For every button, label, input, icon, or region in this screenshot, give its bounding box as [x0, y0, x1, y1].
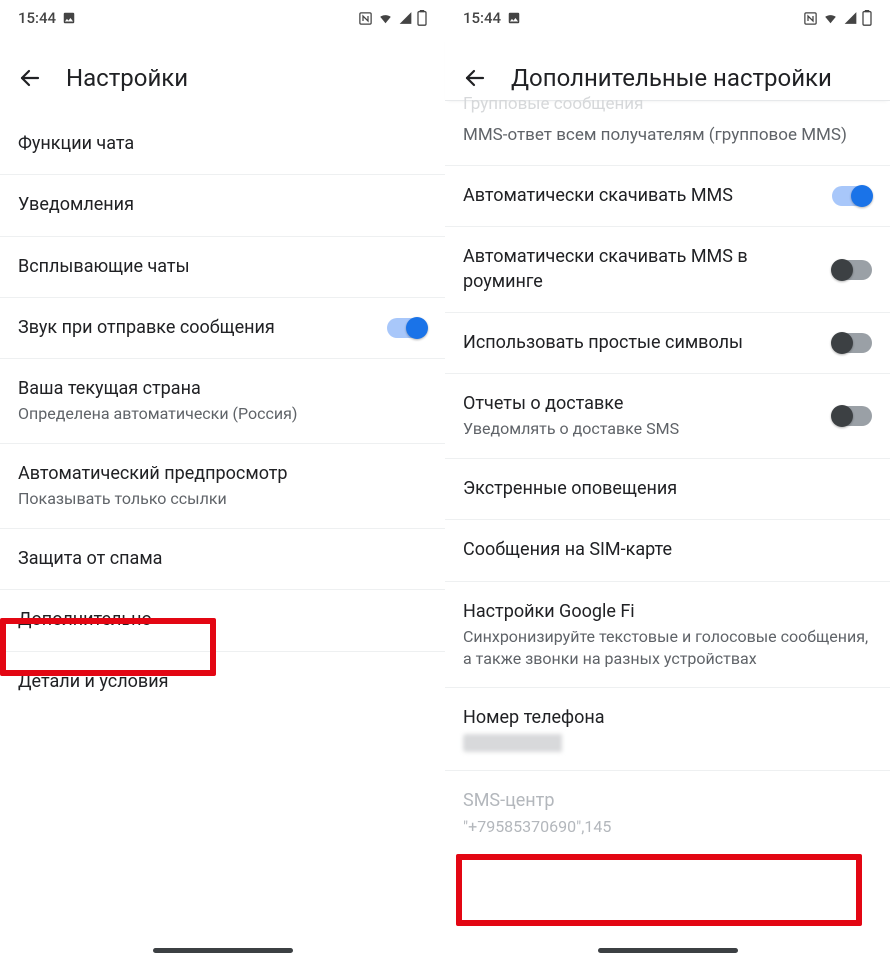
nfc-icon	[803, 11, 818, 26]
row-sound-on-send[interactable]: Звук при отправке сообщения	[0, 298, 445, 359]
nav-bar	[0, 936, 445, 964]
row-label: Номер телефона	[463, 706, 872, 730]
toggle-simple-characters[interactable]	[832, 333, 872, 353]
row-sms-center[interactable]: SMS-центр "+79585370690",145	[445, 771, 890, 855]
highlight-advanced	[0, 618, 216, 676]
row-auto-download-mms[interactable]: Автоматически скачивать MMS	[445, 166, 890, 227]
toggle-delivery-reports[interactable]	[832, 406, 872, 426]
row-sublabel: Уведомлять о доставке SMS	[463, 418, 818, 440]
nav-pill[interactable]	[153, 948, 293, 953]
row-delivery-reports[interactable]: Отчеты о доставке Уведомлять о доставке …	[445, 374, 890, 459]
signal-icon	[843, 11, 858, 25]
row-label: Автоматический предпросмотр	[18, 462, 427, 486]
row-label: Ваша текущая страна	[18, 377, 427, 401]
advanced-settings-list: MMS-ответ всем получателям (групповое MM…	[445, 114, 890, 936]
wifi-icon	[822, 11, 839, 25]
row-emergency-alerts[interactable]: Экстренные оповещения	[445, 459, 890, 520]
phone-advanced-settings: 15:44 Дополнительные настройки Групповые…	[445, 0, 890, 964]
row-label: Функции чата	[18, 132, 427, 156]
row-label: Настройки Google Fi	[463, 600, 872, 624]
row-notifications[interactable]: Уведомления	[0, 175, 445, 236]
wifi-icon	[377, 11, 394, 25]
row-sublabel: "+79585370690",145	[463, 816, 872, 838]
highlight-sms-center	[456, 854, 862, 926]
row-label: SMS-центр	[463, 789, 872, 813]
row-chat-features[interactable]: Функции чата	[0, 114, 445, 175]
status-bar: 15:44	[445, 0, 890, 36]
back-icon[interactable]	[463, 66, 487, 90]
image-icon	[62, 11, 76, 25]
row-sublabel: MMS-ответ всем получателям (групповое MM…	[463, 124, 872, 147]
settings-list: Функции чата Уведомления Всплывающие чат…	[0, 114, 445, 936]
toggle-sound-on-send[interactable]	[387, 318, 427, 338]
row-preview[interactable]: Автоматический предпросмотр Показывать т…	[0, 444, 445, 529]
status-time: 15:44	[18, 9, 56, 27]
row-phone-number[interactable]: Номер телефона	[445, 688, 890, 771]
toggle-auto-download-roaming[interactable]	[832, 260, 872, 280]
row-label: Автоматически скачивать MMS	[463, 184, 818, 208]
row-label: Уведомления	[18, 193, 427, 217]
toggle-auto-download-mms[interactable]	[832, 186, 872, 206]
row-label: Всплывающие чаты	[18, 255, 427, 279]
nfc-icon	[358, 11, 373, 26]
battery-icon	[862, 10, 872, 26]
phone-settings: 15:44 Настройки Функции чата	[0, 0, 445, 964]
app-bar: Настройки	[0, 36, 445, 114]
status-bar: 15:44	[0, 0, 445, 36]
row-google-fi[interactable]: Настройки Google Fi Синхронизируйте текс…	[445, 582, 890, 688]
page-title: Настройки	[66, 64, 188, 92]
ghost-prev-row: Групповые сообщения	[445, 94, 890, 114]
battery-icon	[417, 10, 427, 26]
page-title: Дополнительные настройки	[511, 64, 832, 92]
row-label: Защита от спама	[18, 547, 427, 571]
row-sublabel: Синхронизируйте текстовые и голосовые со…	[463, 626, 872, 669]
nav-bar	[445, 936, 890, 964]
row-label: Звук при отправке сообщения	[18, 316, 373, 340]
phone-number-redacted	[463, 734, 643, 752]
row-label: Сообщения на SIM-карте	[463, 538, 872, 562]
signal-icon	[398, 11, 413, 25]
row-label: Использовать простые символы	[463, 331, 818, 355]
row-simple-characters[interactable]: Использовать простые символы	[445, 313, 890, 374]
row-mms-reply[interactable]: MMS-ответ всем получателям (групповое MM…	[445, 114, 890, 166]
row-sim-messages[interactable]: Сообщения на SIM-карте	[445, 520, 890, 581]
image-icon	[507, 11, 521, 25]
row-sublabel: Показывать только ссылки	[18, 488, 427, 510]
row-sublabel: Определена автоматически (Россия)	[18, 403, 427, 425]
app-bar: Дополнительные настройки	[445, 36, 890, 100]
row-auto-download-roaming[interactable]: Автоматически скачивать MMS в роуминге	[445, 227, 890, 313]
row-bubbles[interactable]: Всплывающие чаты	[0, 237, 445, 298]
row-spam-protection[interactable]: Защита от спама	[0, 529, 445, 590]
nav-pill[interactable]	[598, 948, 738, 953]
back-icon[interactable]	[18, 66, 42, 90]
row-label: Автоматически скачивать MMS в роуминге	[463, 245, 818, 294]
row-country[interactable]: Ваша текущая страна Определена автоматич…	[0, 359, 445, 444]
status-time: 15:44	[463, 9, 501, 27]
row-label: Экстренные оповещения	[463, 477, 872, 501]
row-label: Отчеты о доставке	[463, 392, 818, 416]
